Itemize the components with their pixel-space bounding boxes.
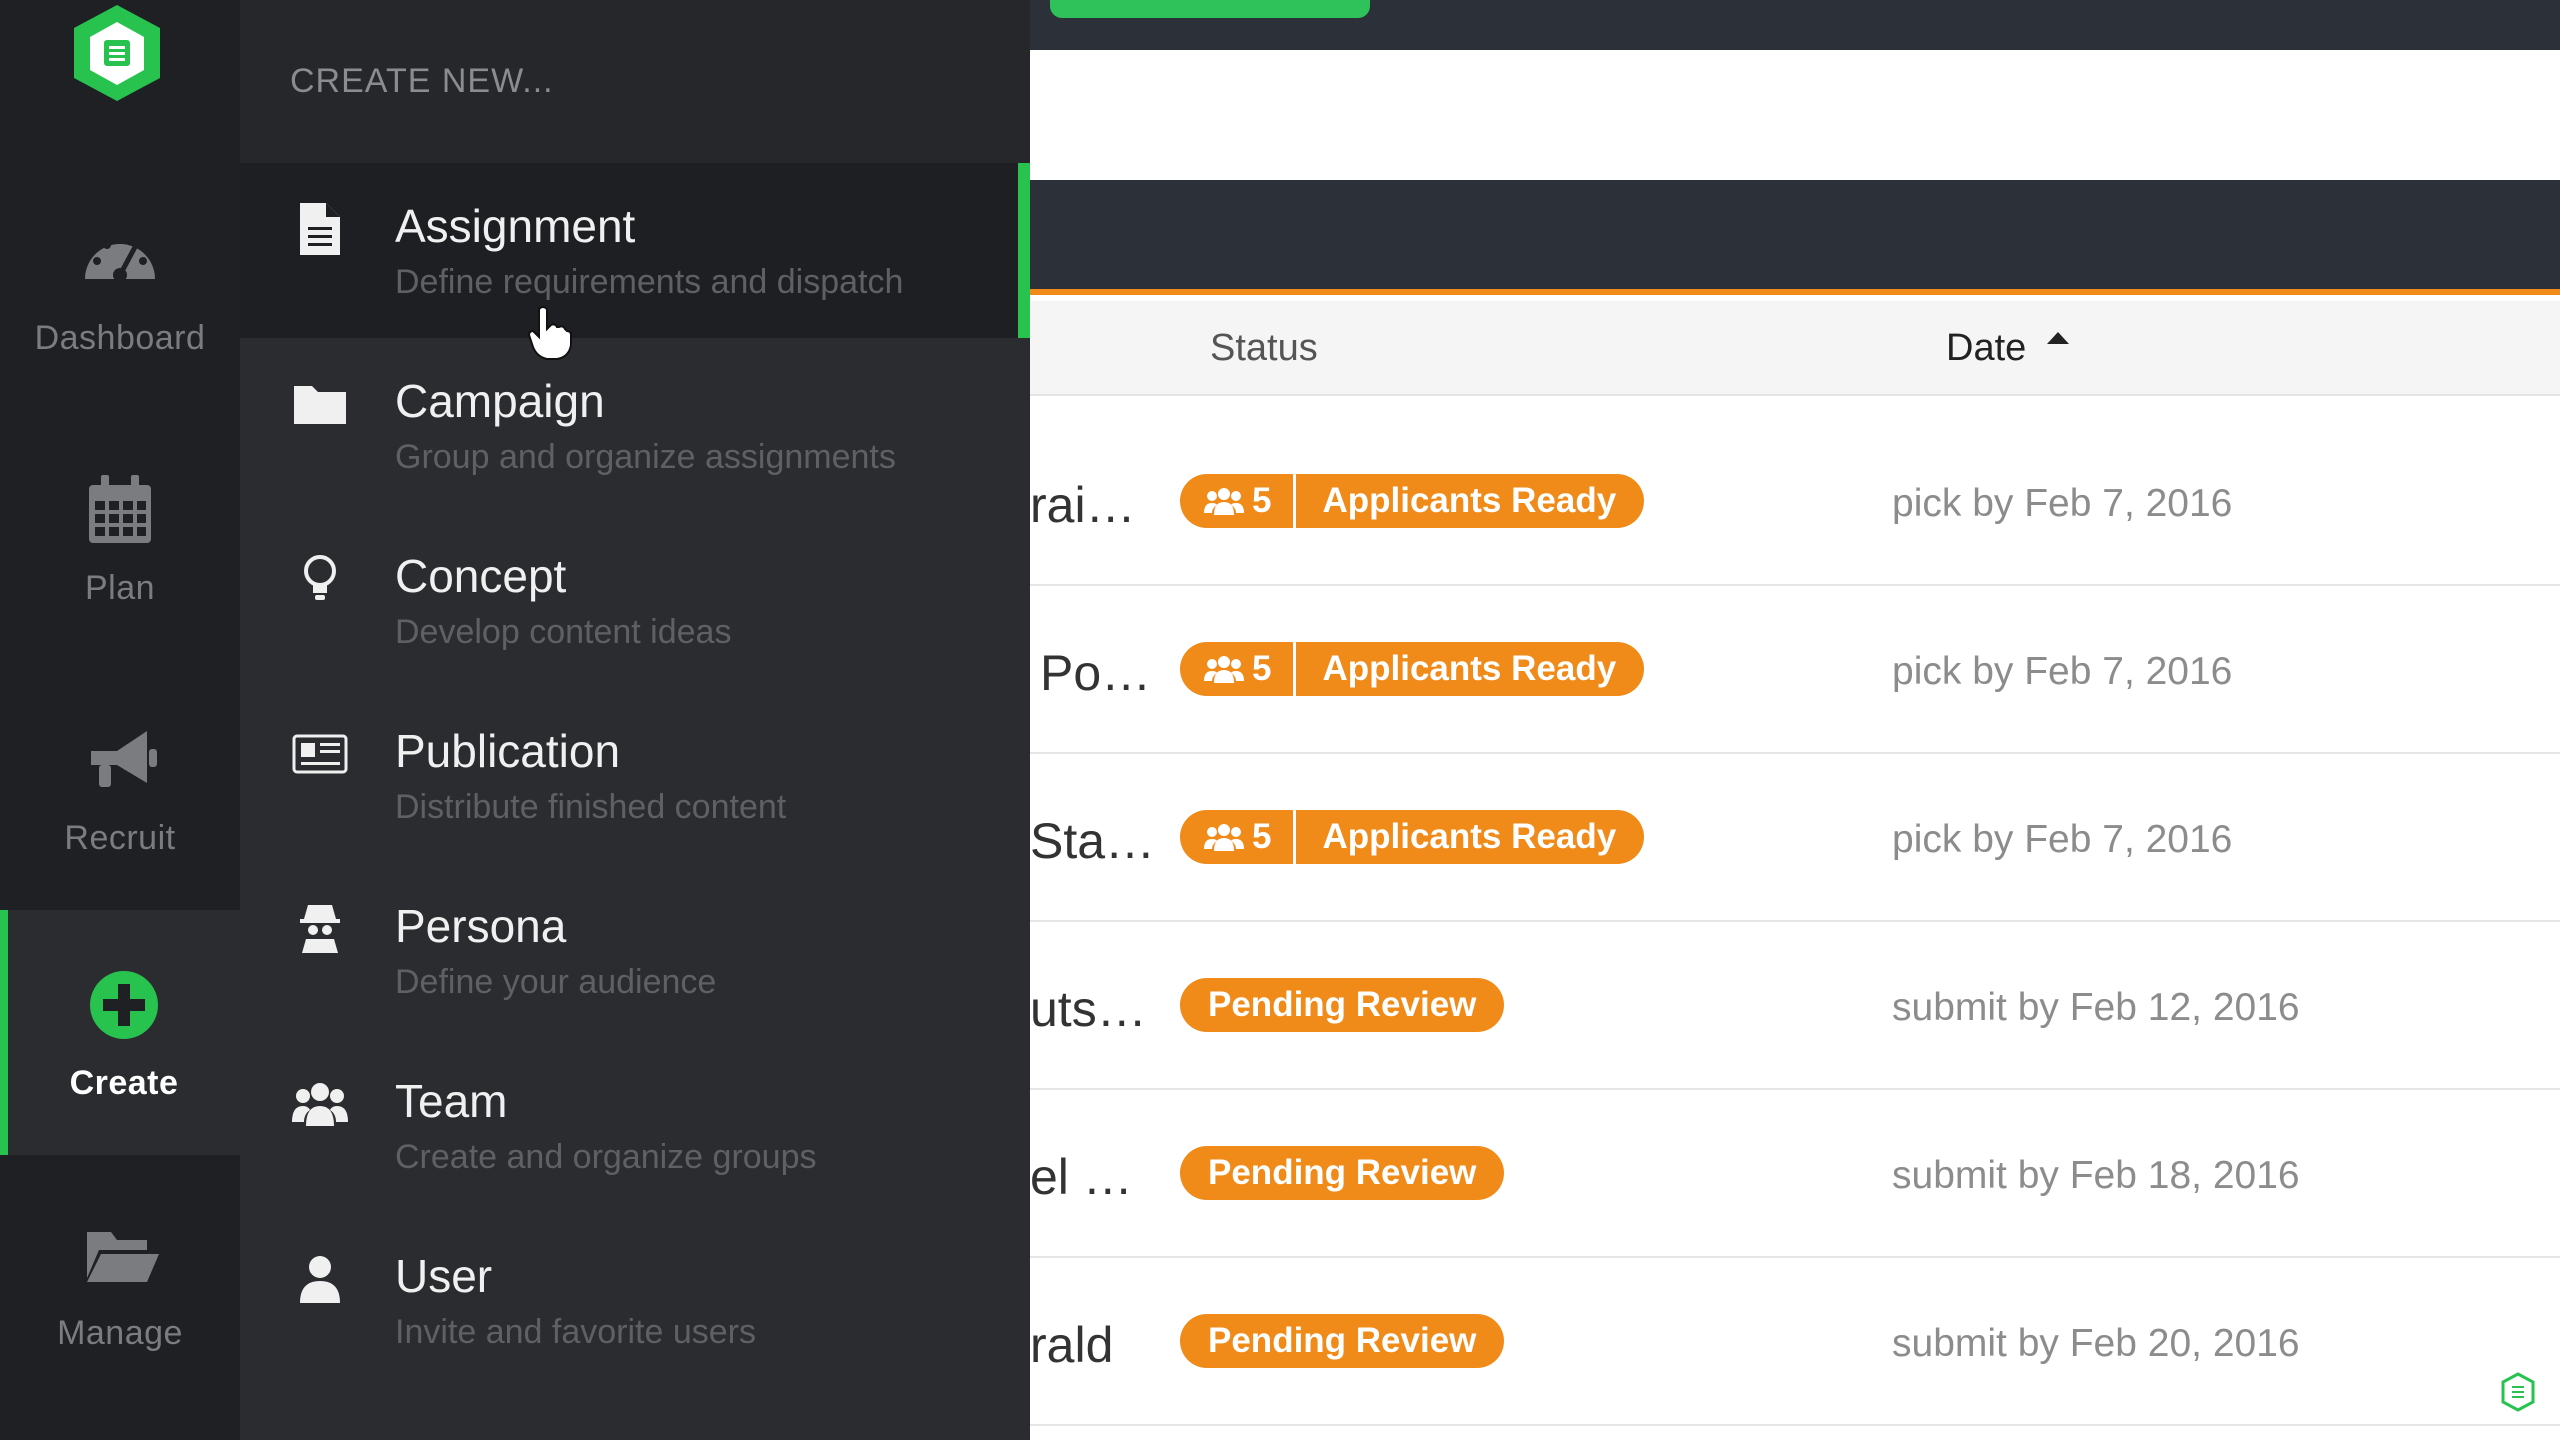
create-item-concept[interactable]: Concept Develop content ideas — [240, 513, 1030, 688]
status-badge[interactable]: 5 Applicants Ready — [1180, 642, 1645, 696]
create-item-title: Campaign — [395, 375, 605, 427]
top-bar — [1030, 0, 2560, 50]
rail-label: Plan — [84, 569, 156, 607]
table-row[interactable]: Sta… 5 Applicants Ready pick by Feb 7, 2… — [1030, 754, 2560, 922]
users-icon — [1204, 656, 1244, 683]
row-date: pick by Feb 7, 2016 — [1892, 650, 2233, 693]
table-row[interactable]: rald Pending Review submit by Feb 20, 20… — [1030, 1258, 2560, 1426]
newspaper-icon — [292, 734, 348, 774]
row-date: pick by Feb 7, 2016 — [1892, 818, 2233, 861]
table-row[interactable]: el … Pending Review submit by Feb 18, 20… — [1030, 1090, 2560, 1258]
rail-item-recruit[interactable]: Recruit — [0, 665, 240, 910]
row-name[interactable]: el … — [1030, 1148, 1133, 1206]
gauge-icon — [85, 235, 155, 282]
create-item-team[interactable]: Team Create and organize groups — [240, 1038, 1030, 1213]
status-text: Pending Review — [1208, 1321, 1477, 1360]
watermark-logo-icon — [2501, 1372, 2535, 1412]
document-icon — [300, 203, 340, 255]
lightbulb-icon — [304, 555, 336, 600]
status-badge[interactable]: 5 Applicants Ready — [1180, 474, 1645, 528]
create-item-desc: Develop content ideas — [395, 613, 732, 651]
column-header-date[interactable]: Date — [1946, 327, 2069, 370]
plus-circle-icon — [90, 971, 158, 1039]
create-item-assignment[interactable]: Assignment Define requirements and dispa… — [240, 163, 1030, 338]
content-area: Status Date rai… 5 Applicants Ready pick… — [1030, 0, 2560, 1440]
create-item-title: Concept — [395, 550, 567, 602]
hand-cursor-icon — [527, 306, 572, 360]
status-text: Applicants Ready — [1322, 481, 1617, 520]
rail-item-dashboard[interactable]: Dashboard — [0, 165, 240, 410]
top-progress-pill — [1050, 0, 1370, 18]
table-row[interactable]: uts… Pending Review submit by Feb 12, 20… — [1030, 922, 2560, 1090]
create-item-desc: Create and organize groups — [395, 1138, 817, 1176]
table-row[interactable]: Po… 5 Applicants Ready pick by Feb 7, 20… — [1030, 586, 2560, 754]
rail-item-plan[interactable]: Plan — [0, 415, 240, 660]
row-name[interactable]: Sta… — [1030, 812, 1155, 870]
table-row[interactable]: rai… 5 Applicants Ready pick by Feb 7, 2… — [1030, 418, 2560, 586]
create-item-desc: Define requirements and dispatch — [395, 263, 904, 301]
create-item-user[interactable]: User Invite and favorite users — [240, 1213, 1030, 1388]
table-header: Status Date — [1030, 301, 2560, 396]
rail-label: Dashboard — [34, 319, 206, 357]
create-item-title: User — [395, 1250, 493, 1302]
applicant-count: 5 — [1180, 474, 1297, 528]
users-icon — [292, 1083, 348, 1126]
create-item-desc: Distribute finished content — [395, 788, 787, 826]
rail-label: Recruit — [64, 819, 176, 857]
status-text: Applicants Ready — [1322, 649, 1617, 688]
row-date: submit by Feb 20, 2016 — [1892, 1322, 2300, 1365]
create-item-title: Team — [395, 1075, 508, 1127]
panel-header: CREATE NEW... — [240, 0, 1030, 163]
row-name[interactable]: Po… — [1040, 644, 1151, 702]
create-item-desc: Group and organize assignments — [395, 438, 896, 476]
status-text: Pending Review — [1208, 985, 1477, 1024]
row-name[interactable]: rald — [1030, 1316, 1113, 1374]
applicant-count: 5 — [1180, 810, 1297, 864]
status-badge[interactable]: Pending Review — [1180, 1314, 1505, 1368]
folder-open-icon — [87, 1232, 159, 1282]
user-icon — [300, 1256, 340, 1303]
rail-label: Create — [69, 1064, 179, 1102]
status-badge[interactable]: 5 Applicants Ready — [1180, 810, 1645, 864]
create-item-campaign[interactable]: Campaign Group and organize assignments — [240, 338, 1030, 513]
status-text: Pending Review — [1208, 1153, 1477, 1192]
status-text: Applicants Ready — [1322, 817, 1617, 856]
row-date: submit by Feb 18, 2016 — [1892, 1154, 2300, 1197]
row-name[interactable]: uts… — [1030, 980, 1147, 1038]
row-date: pick by Feb 7, 2016 — [1892, 482, 2233, 525]
create-item-publication[interactable]: Publication Distribute finished content — [240, 688, 1030, 863]
megaphone-icon — [91, 731, 157, 787]
sort-asc-icon — [2046, 331, 2069, 344]
column-header-status[interactable]: Status — [1210, 327, 1318, 370]
create-new-panel: CREATE NEW... Assignment Define requirem… — [240, 0, 1030, 1440]
create-item-persona[interactable]: Persona Define your audience — [240, 863, 1030, 1038]
create-item-title: Assignment — [395, 200, 636, 252]
rail-item-manage[interactable]: Manage — [0, 1160, 240, 1405]
create-item-desc: Invite and favorite users — [395, 1313, 756, 1351]
create-item-title: Persona — [395, 900, 567, 952]
create-item-title: Publication — [395, 725, 621, 777]
rail-label: Manage — [57, 1314, 183, 1352]
calendar-icon — [89, 475, 151, 543]
section-header-bar — [1030, 180, 2560, 295]
left-nav-rail: Dashboard Plan Recruit Create Manage — [0, 0, 240, 1440]
row-date: submit by Feb 12, 2016 — [1892, 986, 2300, 1029]
count-value: 5 — [1252, 649, 1272, 688]
create-item-desc: Define your audience — [395, 963, 717, 1001]
column-header-date-label: Date — [1946, 327, 2027, 369]
count-value: 5 — [1252, 481, 1272, 520]
applicant-count: 5 — [1180, 642, 1297, 696]
status-badge[interactable]: Pending Review — [1180, 978, 1505, 1032]
users-icon — [1204, 824, 1244, 851]
rail-item-create[interactable]: Create — [0, 910, 240, 1155]
app-logo[interactable] — [60, 0, 175, 110]
row-name[interactable]: rai… — [1030, 476, 1136, 534]
spy-icon — [300, 905, 340, 953]
status-badge[interactable]: Pending Review — [1180, 1146, 1505, 1200]
count-value: 5 — [1252, 817, 1272, 856]
folder-icon — [294, 386, 346, 424]
users-icon — [1204, 488, 1244, 515]
